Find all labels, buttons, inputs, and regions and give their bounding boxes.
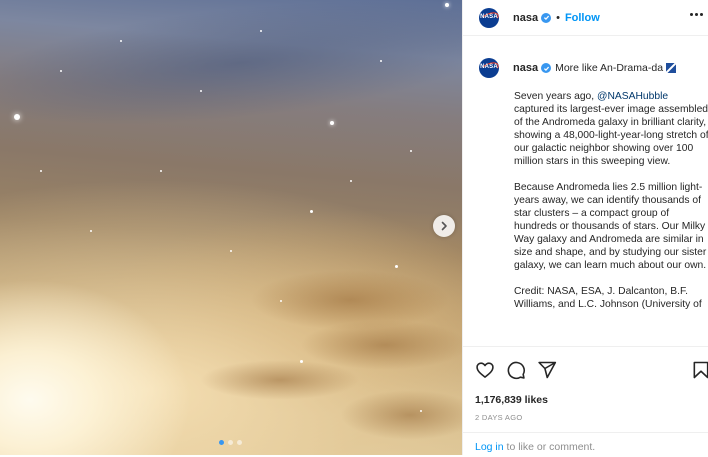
comment-icon[interactable] (506, 360, 526, 380)
chevron-right-icon (441, 221, 447, 231)
caption-text-span: captured its largest-ever image assemble… (514, 104, 708, 167)
carousel-dot[interactable] (219, 440, 224, 445)
caption-text: Seven years ago, @NASAHubble captured it… (514, 90, 708, 324)
heart-icon[interactable] (475, 360, 495, 380)
verified-icon (541, 63, 552, 73)
more-options-icon[interactable] (690, 13, 703, 16)
carousel-indicator (219, 440, 242, 445)
star (90, 230, 92, 232)
galaxy-dark-band (0, 0, 462, 147)
star (330, 121, 334, 125)
star (14, 114, 20, 120)
star (410, 150, 412, 152)
star (120, 40, 122, 42)
separator-dot: • (556, 11, 560, 24)
action-bar: 1,176,839 likes 2 DAYS AGO Log in to lik… (463, 346, 708, 456)
star (40, 170, 42, 172)
avatar[interactable]: NASA (479, 7, 499, 28)
star (350, 180, 352, 182)
star (395, 265, 398, 268)
star (260, 30, 262, 32)
caption-paragraph: Credit: NASA, ESA, J. Dalcanton, B.F. Wi… (514, 286, 702, 310)
caption-username-link[interactable]: nasa (513, 62, 538, 74)
caption-text-span: Seven years ago, (514, 91, 597, 102)
carousel-dot[interactable] (228, 440, 233, 445)
star (230, 250, 232, 252)
star (420, 410, 422, 412)
diagonal-arrow-emoji-icon (666, 63, 677, 73)
star (380, 60, 382, 62)
post-timestamp[interactable]: 2 DAYS AGO (475, 413, 522, 422)
follow-button[interactable]: Follow (565, 12, 600, 24)
post-header: NASA nasa • Follow (463, 0, 708, 36)
star (300, 360, 303, 363)
mention-link[interactable]: @NASAHubble (597, 91, 668, 102)
dust-lane (200, 360, 360, 400)
like-count[interactable]: 1,176,839 likes (475, 394, 548, 406)
next-slide-button[interactable] (433, 215, 455, 237)
star (200, 90, 202, 92)
bookmark-icon[interactable] (691, 360, 708, 380)
star (445, 3, 449, 7)
star (160, 170, 162, 172)
caption-scroll-area[interactable]: NASA nasa More like An-Drama-da Seven ye… (463, 48, 708, 346)
verified-icon (541, 12, 552, 23)
star (280, 300, 282, 302)
caption-paragraph: Seven years ago, @NASAHubble captured it… (514, 90, 708, 168)
caption-paragraph: Because Andromeda lies 2.5 million light… (514, 182, 707, 271)
dust-lane (340, 390, 462, 440)
star (310, 210, 313, 213)
avatar[interactable]: NASA (479, 58, 499, 78)
login-link[interactable]: Log in (475, 441, 504, 453)
login-prompt: Log in to like or comment. (463, 432, 708, 457)
carousel-dot[interactable] (237, 440, 242, 445)
avatar-logo-text: NASA (480, 13, 498, 20)
star (60, 70, 62, 72)
post-sidebar: NASA nasa • Follow NASA nasa More like A… (462, 0, 708, 455)
username-link[interactable]: nasa (513, 12, 538, 24)
login-prompt-text: to like or comment. (503, 441, 596, 453)
share-icon[interactable] (537, 360, 557, 380)
post-image[interactable] (0, 0, 462, 455)
caption-title: More like An-Drama-da (555, 62, 664, 74)
caption-header: NASA nasa More like An-Drama-da (479, 58, 677, 78)
avatar-logo-text: NASA (480, 64, 498, 70)
